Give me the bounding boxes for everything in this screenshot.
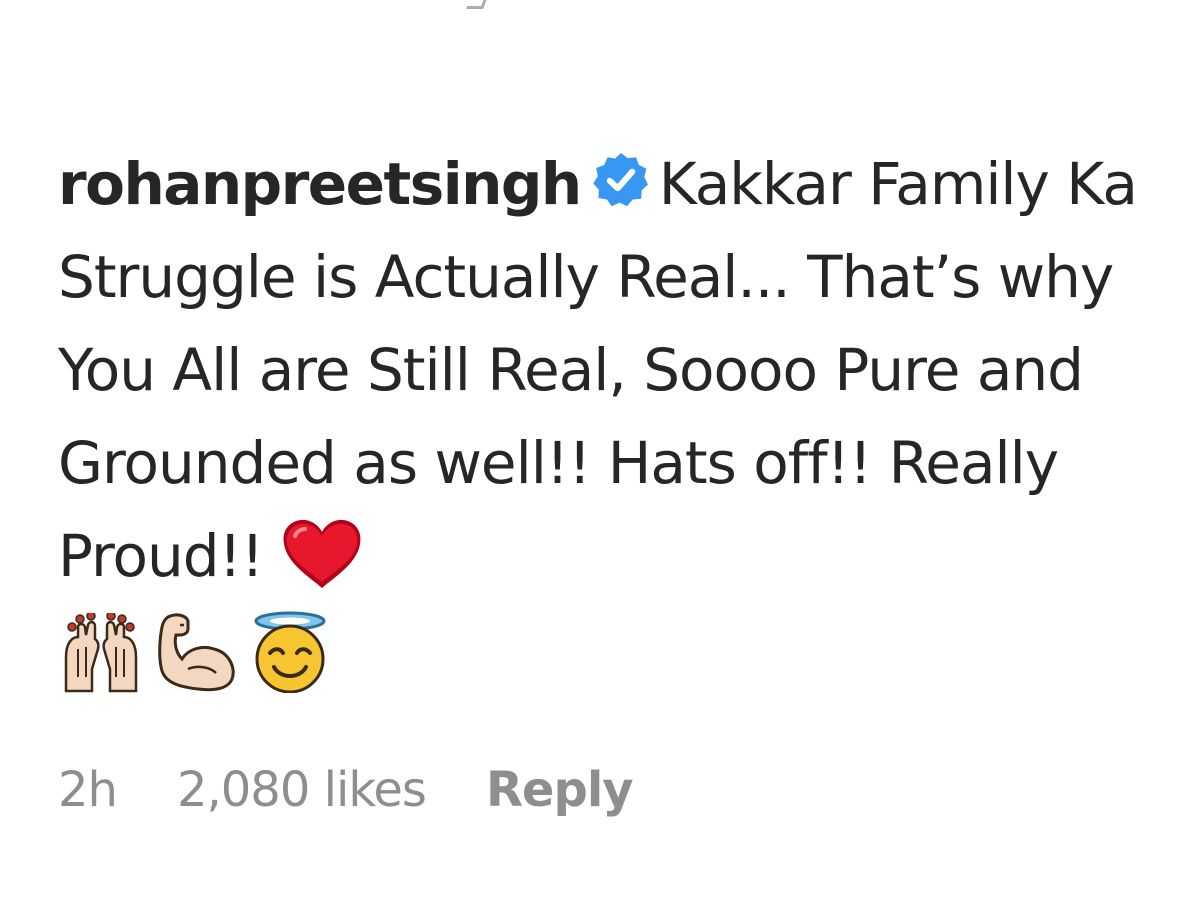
- smiling-face-with-halo-icon: [254, 611, 326, 693]
- comment-likes-link[interactable]: 2,080 likes: [177, 762, 427, 818]
- verified-badge-icon: [592, 153, 648, 207]
- scroll-indicator-artifact: [466, 0, 491, 9]
- comment-time: 2h: [58, 762, 118, 818]
- raising-hands-icon: [64, 613, 138, 693]
- red-heart-icon: [283, 519, 360, 588]
- comment-username[interactable]: rohanpreetsingh: [58, 150, 582, 218]
- reply-button[interactable]: Reply: [486, 762, 634, 818]
- comment-meta: 2h 2,080 likes Reply: [58, 762, 634, 818]
- flexed-biceps-icon: [158, 613, 235, 692]
- comment-body: rohanpreetsingh Kakkar Family Ka Struggl…: [58, 138, 1148, 603]
- comment: rohanpreetsingh Kakkar Family Ka Struggl…: [58, 138, 1148, 693]
- emoji-row: [58, 607, 1148, 693]
